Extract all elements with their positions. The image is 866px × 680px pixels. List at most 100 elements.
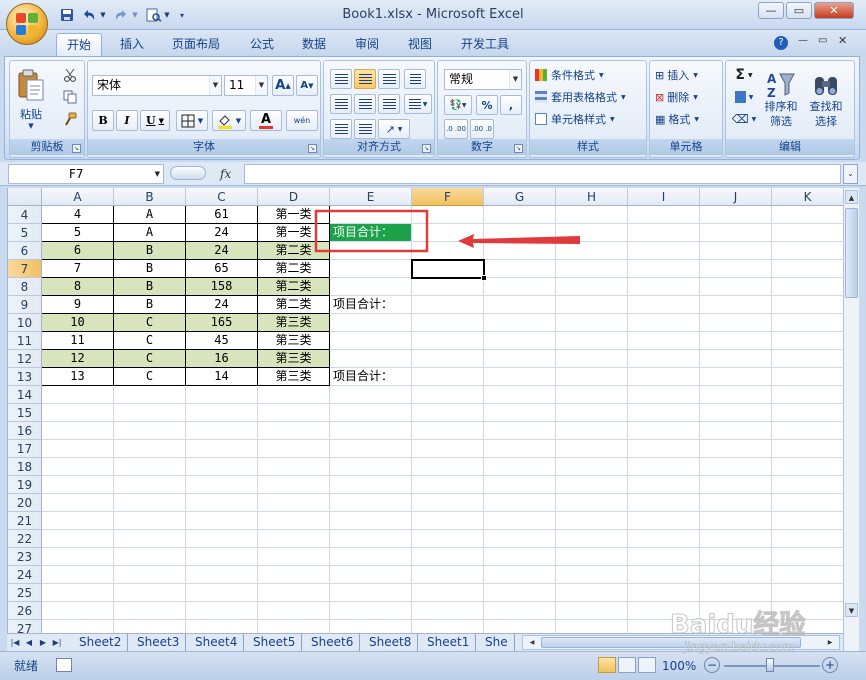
cell-d25[interactable] <box>258 584 330 602</box>
cell-k17[interactable] <box>772 440 843 458</box>
cell-g19[interactable] <box>484 476 556 494</box>
cell-i14[interactable] <box>628 386 700 404</box>
phonetic-button[interactable]: wén <box>286 110 318 131</box>
cell-j6[interactable] <box>700 242 772 260</box>
page-break-view-icon[interactable] <box>638 657 656 673</box>
cell-j15[interactable] <box>700 404 772 422</box>
cell-c6[interactable]: 24 <box>186 242 258 260</box>
cell-h6[interactable] <box>556 242 628 260</box>
sort-filter-button[interactable]: AZ 排序和 筛选 <box>760 65 802 135</box>
cell-e5[interactable]: 项目合计： <box>330 224 412 242</box>
accounting-format-button[interactable]: 💱 ▼ <box>444 95 472 115</box>
cell-b24[interactable] <box>114 566 186 584</box>
cell-f21[interactable] <box>412 512 484 530</box>
cell-j18[interactable] <box>700 458 772 476</box>
font-color-button[interactable]: A <box>250 110 282 131</box>
row-header[interactable]: 24 <box>8 566 42 584</box>
cell-d13[interactable]: 第三类 <box>258 368 330 386</box>
comma-style-button[interactable]: , <box>500 95 522 115</box>
cell-j16[interactable] <box>700 422 772 440</box>
cell-f26[interactable] <box>412 602 484 620</box>
merge-center-button[interactable]: ▼ <box>404 94 432 114</box>
cell-g14[interactable] <box>484 386 556 404</box>
cell-e14[interactable] <box>330 386 412 404</box>
font-size-combo[interactable]: 11 ▼ <box>224 75 268 96</box>
cell-e24[interactable] <box>330 566 412 584</box>
cell-b25[interactable] <box>114 584 186 602</box>
cell-j25[interactable] <box>700 584 772 602</box>
cell-c9[interactable]: 24 <box>186 296 258 314</box>
undo-dropdown-icon[interactable]: ▼ <box>98 6 108 24</box>
cell-g23[interactable] <box>484 548 556 566</box>
cell-b9[interactable]: B <box>114 296 186 314</box>
font-name-dropdown-icon[interactable]: ▼ <box>209 76 221 95</box>
cell-a23[interactable] <box>42 548 114 566</box>
cell-e11[interactable] <box>330 332 412 350</box>
cell-d6[interactable]: 第二类 <box>258 242 330 260</box>
row-header[interactable]: 13 <box>8 368 42 386</box>
cell-g15[interactable] <box>484 404 556 422</box>
cell-e6[interactable] <box>330 242 412 260</box>
cell-k13[interactable] <box>772 368 843 386</box>
help-icon[interactable]: ? <box>774 36 788 50</box>
cell-i24[interactable] <box>628 566 700 584</box>
cell-c11[interactable]: 45 <box>186 332 258 350</box>
decrease-decimal-button[interactable]: .00 .0 <box>470 119 494 139</box>
cell-h10[interactable] <box>556 314 628 332</box>
align-right-button[interactable] <box>378 94 400 114</box>
print-preview-dropdown-icon[interactable]: ▼ <box>162 6 172 24</box>
cell-j11[interactable] <box>700 332 772 350</box>
copy-icon[interactable] <box>60 87 80 107</box>
cell-k7[interactable] <box>772 260 843 278</box>
cell-b18[interactable] <box>114 458 186 476</box>
alignment-launcher-icon[interactable]: ↘ <box>422 144 431 153</box>
cell-g7[interactable] <box>484 260 556 278</box>
cell-e18[interactable] <box>330 458 412 476</box>
clipboard-launcher-icon[interactable]: ↘ <box>72 144 81 153</box>
autosum-button[interactable]: Σ ▼ <box>730 65 758 85</box>
find-select-button[interactable]: 查找和 选择 <box>804 65 848 135</box>
print-preview-icon[interactable] <box>144 6 164 24</box>
cell-a25[interactable] <box>42 584 114 602</box>
grow-font-button[interactable]: A ▲ <box>272 75 294 96</box>
cell-e8[interactable] <box>330 278 412 296</box>
cell-i22[interactable] <box>628 530 700 548</box>
row-header[interactable]: 25 <box>8 584 42 602</box>
cell-g17[interactable] <box>484 440 556 458</box>
redo-icon[interactable] <box>112 6 130 24</box>
column-header-e[interactable]: E <box>330 188 412 206</box>
cell-f24[interactable] <box>412 566 484 584</box>
cell-j21[interactable] <box>700 512 772 530</box>
cell-f17[interactable] <box>412 440 484 458</box>
cell-e7[interactable] <box>330 260 412 278</box>
cell-f27[interactable] <box>412 620 484 633</box>
cell-f6[interactable] <box>412 242 484 260</box>
fill-button[interactable]: ▼ <box>730 87 758 107</box>
cell-f13[interactable] <box>412 368 484 386</box>
save-icon[interactable] <box>58 6 76 24</box>
column-header-a[interactable]: A <box>42 188 114 206</box>
bold-button[interactable]: B <box>92 110 114 131</box>
cell-g16[interactable] <box>484 422 556 440</box>
normal-view-icon[interactable] <box>598 657 616 673</box>
row-header[interactable]: 15 <box>8 404 42 422</box>
ribbon-minimize-icon[interactable]: — <box>798 35 808 46</box>
cell-k16[interactable] <box>772 422 843 440</box>
cell-a6[interactable]: 6 <box>42 242 114 260</box>
row-header[interactable]: 18 <box>8 458 42 476</box>
macro-record-icon[interactable] <box>56 658 72 672</box>
cell-a22[interactable] <box>42 530 114 548</box>
last-sheet-icon[interactable]: ▶| <box>51 636 63 649</box>
cell-g21[interactable] <box>484 512 556 530</box>
tab-developer[interactable]: 开发工具 <box>451 33 519 56</box>
cell-j23[interactable] <box>700 548 772 566</box>
cell-i11[interactable] <box>628 332 700 350</box>
row-header[interactable]: 4 <box>8 206 42 224</box>
cell-f18[interactable] <box>412 458 484 476</box>
column-header-i[interactable]: I <box>628 188 700 206</box>
prev-sheet-icon[interactable]: ◀ <box>23 636 35 649</box>
cell-b20[interactable] <box>114 494 186 512</box>
cell-b6[interactable]: B <box>114 242 186 260</box>
column-header-g[interactable]: G <box>484 188 556 206</box>
cell-d11[interactable]: 第三类 <box>258 332 330 350</box>
